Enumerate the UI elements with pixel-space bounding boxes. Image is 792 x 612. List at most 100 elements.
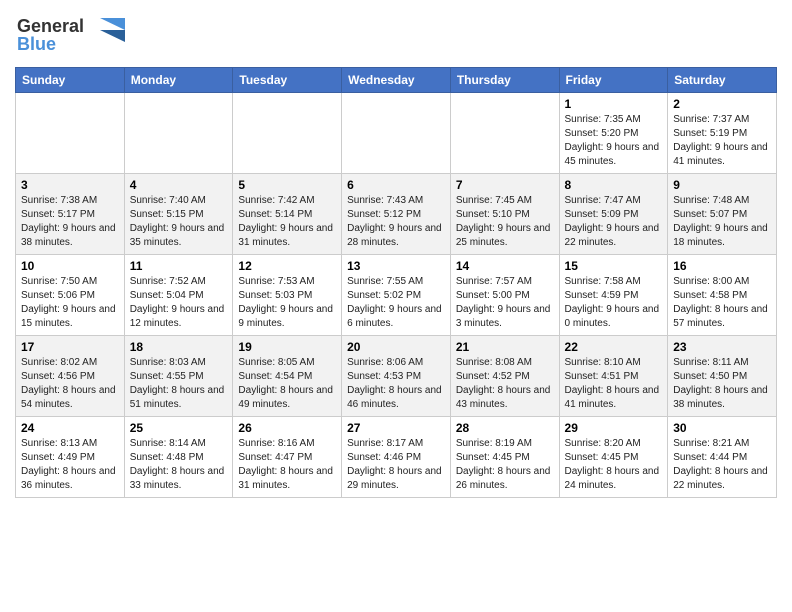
day-info: Sunrise: 8:03 AM Sunset: 4:55 PM Dayligh… [130,356,228,412]
day-cell: 4 Sunrise: 7:40 AM Sunset: 5:15 PM Daylig… [124,174,233,255]
day-number: 21 [456,340,554,354]
day-number: 8 [565,178,663,192]
day-number: 6 [347,178,445,192]
day-cell: 21 Sunrise: 8:08 AM Sunset: 4:52 PM Dayli… [450,336,559,417]
day-cell: 1 Sunrise: 7:35 AM Sunset: 5:20 PM Daylig… [559,93,668,174]
day-info: Sunrise: 8:21 AM Sunset: 4:44 PM Dayligh… [673,437,771,493]
day-number: 26 [238,421,336,435]
day-info: Sunrise: 7:53 AM Sunset: 5:03 PM Dayligh… [238,275,336,331]
day-cell [16,93,125,174]
day-cell: 23Sunrise: 8:11 AM Sunset: 4:50 PM Dayli… [668,336,777,417]
day-info: Sunrise: 7:43 AM Sunset: 5:12 PM Dayligh… [347,194,445,250]
day-cell [233,93,342,174]
day-cell [450,93,559,174]
day-number: 22 [565,340,663,354]
day-number: 9 [673,178,771,192]
day-info: Sunrise: 7:57 AM Sunset: 5:00 PM Dayligh… [456,275,554,331]
week-row-1: 1 Sunrise: 7:35 AM Sunset: 5:20 PM Daylig… [16,93,777,174]
day-number: 11 [130,259,228,273]
day-number: 19 [238,340,336,354]
column-header-tuesday: Tuesday [233,68,342,93]
day-info: Sunrise: 8:19 AM Sunset: 4:45 PM Dayligh… [456,437,554,493]
day-cell: 6 Sunrise: 7:43 AM Sunset: 5:12 PM Daylig… [342,174,451,255]
day-cell: 14 Sunrise: 7:57 AM Sunset: 5:00 PM Dayli… [450,255,559,336]
day-info: Sunrise: 8:13 AM Sunset: 4:49 PM Dayligh… [21,437,119,493]
day-cell: 7Sunrise: 7:45 AM Sunset: 5:10 PM Daylig… [450,174,559,255]
day-info: Sunrise: 8:00 AM Sunset: 4:58 PM Dayligh… [673,275,771,331]
column-header-friday: Friday [559,68,668,93]
column-header-wednesday: Wednesday [342,68,451,93]
day-cell: 15Sunrise: 7:58 AM Sunset: 4:59 PM Dayli… [559,255,668,336]
day-cell: 16 Sunrise: 8:00 AM Sunset: 4:58 PM Dayli… [668,255,777,336]
calendar-body: 1 Sunrise: 7:35 AM Sunset: 5:20 PM Daylig… [16,93,777,498]
calendar-table: SundayMondayTuesdayWednesdayThursdayFrid… [15,67,777,498]
week-row-5: 24 Sunrise: 8:13 AM Sunset: 4:49 PM Dayli… [16,417,777,498]
day-info: Sunrise: 8:11 AM Sunset: 4:50 PM Dayligh… [673,356,771,412]
day-cell: 9 Sunrise: 7:48 AM Sunset: 5:07 PM Daylig… [668,174,777,255]
column-header-saturday: Saturday [668,68,777,93]
day-cell: 26 Sunrise: 8:16 AM Sunset: 4:47 PM Dayli… [233,417,342,498]
day-info: Sunrise: 8:05 AM Sunset: 4:54 PM Dayligh… [238,356,336,412]
day-cell: 18Sunrise: 8:03 AM Sunset: 4:55 PM Dayli… [124,336,233,417]
day-info: Sunrise: 8:20 AM Sunset: 4:45 PM Dayligh… [565,437,663,493]
svg-text:Blue: Blue [17,34,56,54]
day-number: 25 [130,421,228,435]
day-cell: 12Sunrise: 7:53 AM Sunset: 5:03 PM Dayli… [233,255,342,336]
day-cell: 20 Sunrise: 8:06 AM Sunset: 4:53 PM Dayli… [342,336,451,417]
day-number: 5 [238,178,336,192]
day-cell: 11 Sunrise: 7:52 AM Sunset: 5:04 PM Dayli… [124,255,233,336]
column-header-thursday: Thursday [450,68,559,93]
day-info: Sunrise: 7:50 AM Sunset: 5:06 PM Dayligh… [21,275,119,331]
day-number: 4 [130,178,228,192]
day-number: 17 [21,340,119,354]
day-info: Sunrise: 7:42 AM Sunset: 5:14 PM Dayligh… [238,194,336,250]
day-number: 24 [21,421,119,435]
day-number: 28 [456,421,554,435]
day-info: Sunrise: 8:16 AM Sunset: 4:47 PM Dayligh… [238,437,336,493]
day-cell: 19 Sunrise: 8:05 AM Sunset: 4:54 PM Dayli… [233,336,342,417]
day-info: Sunrise: 7:48 AM Sunset: 5:07 PM Dayligh… [673,194,771,250]
day-info: Sunrise: 8:06 AM Sunset: 4:53 PM Dayligh… [347,356,445,412]
day-cell: 22 Sunrise: 8:10 AM Sunset: 4:51 PM Dayli… [559,336,668,417]
day-info: Sunrise: 8:14 AM Sunset: 4:48 PM Dayligh… [130,437,228,493]
day-cell: 27 Sunrise: 8:17 AM Sunset: 4:46 PM Dayli… [342,417,451,498]
day-cell: 8 Sunrise: 7:47 AM Sunset: 5:09 PM Daylig… [559,174,668,255]
day-number: 16 [673,259,771,273]
day-info: Sunrise: 7:52 AM Sunset: 5:04 PM Dayligh… [130,275,228,331]
column-header-monday: Monday [124,68,233,93]
day-info: Sunrise: 7:45 AM Sunset: 5:10 PM Dayligh… [456,194,554,250]
day-number: 1 [565,97,663,111]
day-number: 13 [347,259,445,273]
day-cell: 13 Sunrise: 7:55 AM Sunset: 5:02 PM Dayli… [342,255,451,336]
day-number: 27 [347,421,445,435]
header: General Blue [15,10,777,59]
day-number: 20 [347,340,445,354]
day-info: Sunrise: 7:47 AM Sunset: 5:09 PM Dayligh… [565,194,663,250]
day-number: 14 [456,259,554,273]
day-number: 30 [673,421,771,435]
day-number: 10 [21,259,119,273]
svg-text:General: General [17,16,84,36]
day-cell: 29 Sunrise: 8:20 AM Sunset: 4:45 PM Dayli… [559,417,668,498]
column-header-sunday: Sunday [16,68,125,93]
day-number: 2 [673,97,771,111]
day-info: Sunrise: 7:37 AM Sunset: 5:19 PM Dayligh… [673,113,771,169]
day-info: Sunrise: 7:55 AM Sunset: 5:02 PM Dayligh… [347,275,445,331]
day-cell: 5 Sunrise: 7:42 AM Sunset: 5:14 PM Daylig… [233,174,342,255]
day-cell: 17 Sunrise: 8:02 AM Sunset: 4:56 PM Dayli… [16,336,125,417]
day-info: Sunrise: 7:40 AM Sunset: 5:15 PM Dayligh… [130,194,228,250]
day-info: Sunrise: 8:17 AM Sunset: 4:46 PM Dayligh… [347,437,445,493]
day-cell: 10 Sunrise: 7:50 AM Sunset: 5:06 PM Dayli… [16,255,125,336]
day-number: 3 [21,178,119,192]
day-info: Sunrise: 7:35 AM Sunset: 5:20 PM Dayligh… [565,113,663,169]
day-cell: 2 Sunrise: 7:37 AM Sunset: 5:19 PM Daylig… [668,93,777,174]
day-info: Sunrise: 8:10 AM Sunset: 4:51 PM Dayligh… [565,356,663,412]
week-row-3: 10 Sunrise: 7:50 AM Sunset: 5:06 PM Dayli… [16,255,777,336]
day-number: 29 [565,421,663,435]
day-info: Sunrise: 8:08 AM Sunset: 4:52 PM Dayligh… [456,356,554,412]
page-container: General Blue SundayMondayTuesdayWednesda… [0,0,792,508]
day-cell: 3Sunrise: 7:38 AM Sunset: 5:17 PM Daylig… [16,174,125,255]
week-row-2: 3Sunrise: 7:38 AM Sunset: 5:17 PM Daylig… [16,174,777,255]
calendar-header-row: SundayMondayTuesdayWednesdayThursdayFrid… [16,68,777,93]
day-info: Sunrise: 8:02 AM Sunset: 4:56 PM Dayligh… [21,356,119,412]
